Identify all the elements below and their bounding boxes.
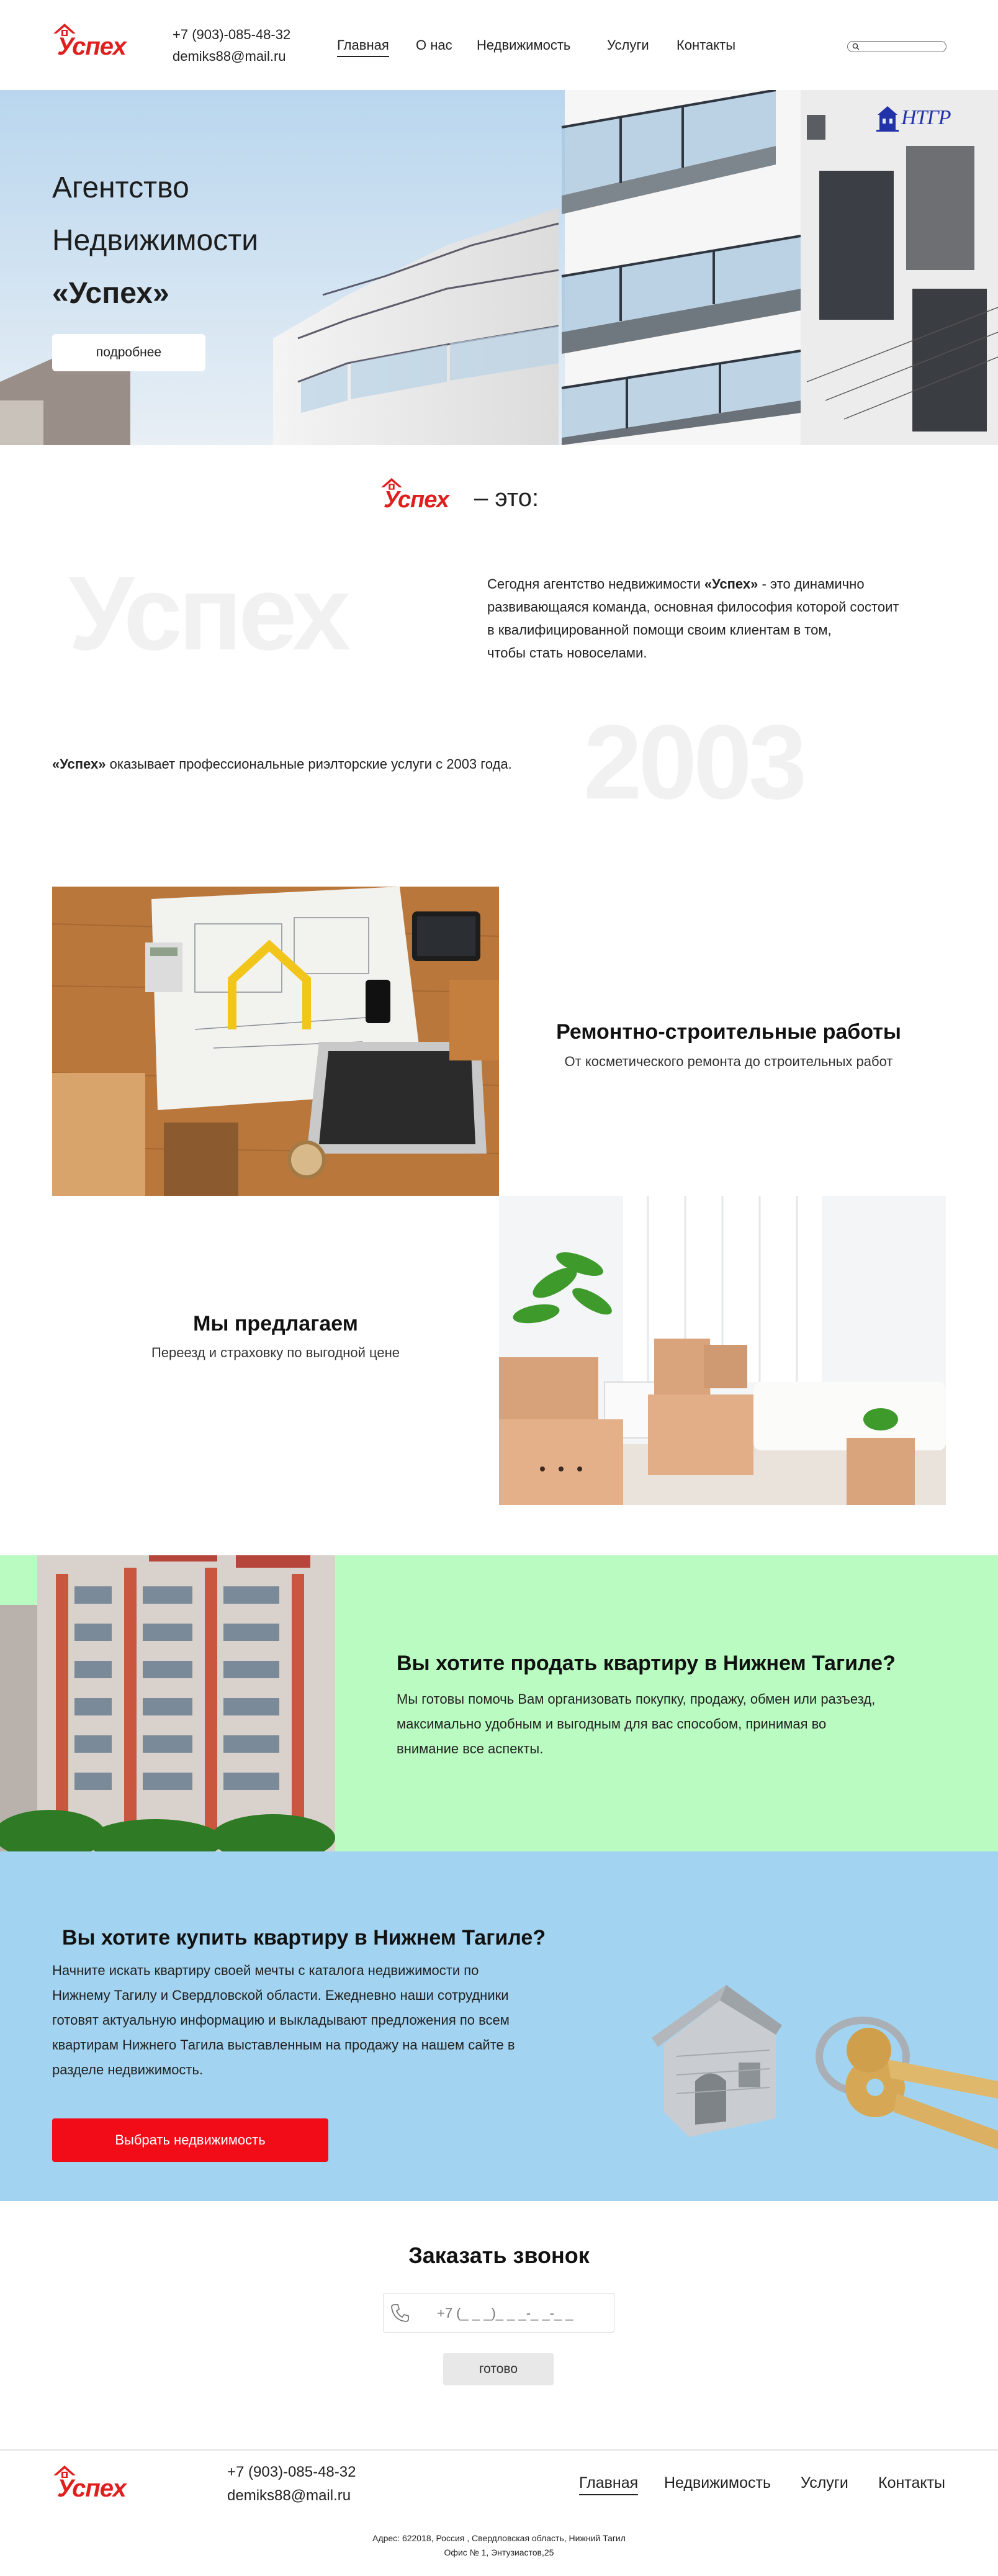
buy-section: Вы хотите купить квартиру в Нижнем Тагил… — [0, 1851, 998, 2201]
moving-boxes-image — [499, 1196, 946, 1505]
logo-text: Успех — [57, 33, 127, 60]
search-box[interactable] — [847, 41, 946, 52]
footer-logo-text: Успех — [57, 2475, 127, 2502]
partner-logo-text: НТГР — [901, 106, 951, 129]
offer-subtitle: Переезд и страховку по выгодной цене — [151, 1345, 400, 1360]
sell-title: Вы хотите продать квартиру в Нижнем Таги… — [397, 1652, 896, 1675]
sell-text-line1: Мы готовы помочь Вам организовать покупк… — [397, 1691, 876, 1707]
footer-phone[interactable]: +7 (903)-085-48-32 — [227, 2464, 356, 2481]
watermark-brand: Успех — [68, 554, 351, 672]
about-heading: – это: — [474, 484, 539, 512]
about-paragraph-line2: развивающаяся команда, основная философи… — [487, 599, 899, 615]
footer-address-line2: Офис № 1, Энтузиастов,25 — [444, 2547, 554, 2557]
sell-section: Вы хотите продать квартиру в Нижнем Таги… — [0, 1555, 998, 1851]
search-icon — [852, 43, 860, 50]
hero-title-line2: Недвижимости — [52, 224, 259, 257]
hero-banner: НТГР Агентство Недвижимости «Успех» подр… — [0, 90, 998, 445]
watermark-year: 2003 — [583, 703, 807, 821]
repair-tools-image — [52, 887, 499, 1196]
phone-field[interactable] — [383, 2293, 614, 2333]
header-phone[interactable]: +7 (903)-085-48-32 — [173, 27, 290, 43]
footer-email[interactable]: demiks88@mail.ru — [227, 2487, 351, 2505]
callback-submit-button[interactable]: готово — [443, 2353, 554, 2385]
moving-photo — [499, 1196, 946, 1505]
footer-nav-realty[interactable]: Недвижимость — [664, 2474, 771, 2492]
footer-address-line1: Адрес: 622018, Россия , Свердловская обл… — [372, 2533, 626, 2543]
buy-title: Вы хотите купить квартиру в Нижнем Тагил… — [62, 1926, 546, 1950]
about-paragraph-line4: чтобы стать новоселами. — [487, 645, 647, 661]
site-header: Успех +7 (903)-085-48-32 demiks88@mail.r… — [0, 0, 998, 90]
nav-item-contacts[interactable]: Контакты — [677, 37, 735, 53]
callback-title: Заказать звонок — [408, 2243, 590, 2268]
house-keys-image — [652, 1985, 998, 2149]
hero-title-line1: Агентство — [52, 171, 189, 204]
about-logo: Успех — [380, 477, 467, 514]
buy-text-line2: Нижнему Тагилу и Свердловской области. Е… — [52, 1987, 509, 2003]
hero-title-line3: «Успех» — [52, 277, 169, 310]
repair-subtitle: От косметического ремонта до строительны… — [564, 1054, 893, 1069]
search-input[interactable] — [861, 42, 942, 50]
buy-text-line4: квартирам Нижнего Тагила выставленным на… — [52, 2037, 515, 2053]
phone-icon — [391, 2304, 409, 2322]
since-paragraph: «Успех» оказывает профессиональные риэлт… — [52, 756, 512, 772]
building-emblem-icon — [876, 106, 899, 132]
about-logo-text: Успех — [384, 487, 449, 513]
footer-nav-services[interactable]: Услуги — [801, 2474, 848, 2492]
repair-photo — [52, 887, 499, 1196]
apartment-building-image — [0, 1555, 335, 1851]
offer-title: Мы предлагаем — [193, 1312, 358, 1335]
nav-item-home[interactable]: Главная — [337, 37, 389, 57]
nav-item-realty[interactable]: Недвижимость — [477, 37, 570, 53]
about-paragraph-line3: в квалифицированной помощи своим клиента… — [487, 622, 832, 638]
choose-property-button[interactable]: Выбрать недвижимость — [52, 2118, 328, 2162]
about-paragraph: Сегодня агентство недвижимости «Успех» -… — [487, 572, 959, 664]
hero-more-button[interactable]: подробнее — [52, 334, 205, 371]
footer-nav-contacts[interactable]: Контакты — [878, 2474, 945, 2492]
partner-logo: НТГР — [875, 104, 951, 133]
hero-building-photo — [0, 90, 998, 445]
footer-nav-home[interactable]: Главная — [579, 2474, 639, 2495]
buy-text-line5: разделе недвижимость. — [52, 2062, 204, 2077]
logo[interactable]: Успех — [52, 22, 145, 60]
buy-text-line1: Начните искать квартиру своей мечты с ка… — [52, 1963, 479, 1978]
about-paragraph-line1: Сегодня агентство недвижимости «Успех» -… — [487, 576, 865, 592]
footer-divider — [0, 2449, 998, 2451]
footer-logo[interactable]: Успех — [52, 2464, 145, 2502]
phone-input[interactable] — [437, 2305, 605, 2322]
header-email[interactable]: demiks88@mail.ru — [173, 48, 286, 65]
nav-item-services[interactable]: Услуги — [607, 37, 649, 53]
nav-item-about[interactable]: О нас — [416, 37, 452, 53]
sell-text: Мы готовы помочь Вам организовать покупк… — [397, 1687, 955, 1761]
buy-text: Начните искать квартиру своей мечты с ка… — [52, 1958, 598, 2082]
repair-title: Ремонтно-строительные работы — [556, 1020, 901, 1044]
sell-text-line2: максимально удобным и выгодным для вас с… — [397, 1716, 827, 1732]
sell-text-line3: внимание все аспекты. — [397, 1741, 544, 1756]
buy-text-line3: готовят актуальную информацию и выкладыв… — [52, 2012, 510, 2028]
